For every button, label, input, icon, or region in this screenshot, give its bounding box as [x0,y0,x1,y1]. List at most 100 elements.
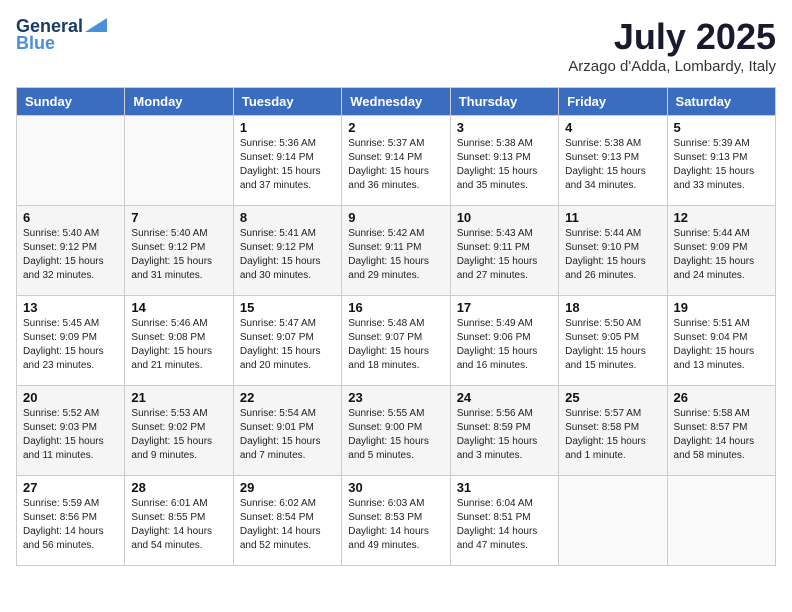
day-info: Sunrise: 6:04 AM Sunset: 8:51 PM Dayligh… [457,497,552,553]
day-number: 8 [240,210,335,225]
day-number: 27 [23,480,118,495]
calendar-cell: 19 Sunrise: 5:51 AM Sunset: 9:04 PM Dayli… [667,296,775,386]
day-info: Sunrise: 5:40 AM Sunset: 9:12 PM Dayligh… [131,227,226,283]
day-number: 26 [674,390,769,405]
day-number: 11 [565,210,660,225]
calendar-cell: 5 Sunrise: 5:39 AM Sunset: 9:13 PM Daylig… [667,116,775,206]
calendar-cell: 29 Sunrise: 6:02 AM Sunset: 8:54 PM Dayli… [233,476,341,566]
day-info: Sunrise: 6:03 AM Sunset: 8:53 PM Dayligh… [348,497,443,553]
day-info: Sunrise: 5:52 AM Sunset: 9:03 PM Dayligh… [23,407,118,463]
logo-text-blue: Blue [16,33,55,54]
calendar-cell: 20Sunrise: 5:52 AM Sunset: 9:03 PM Dayli… [17,386,125,476]
day-info: Sunrise: 5:56 AM Sunset: 8:59 PM Dayligh… [457,407,552,463]
logo-icon [85,18,107,32]
day-info: Sunrise: 5:49 AM Sunset: 9:06 PM Dayligh… [457,317,552,373]
logo: General Blue [16,16,107,54]
day-number: 2 [348,120,443,135]
day-info: Sunrise: 5:43 AM Sunset: 9:11 PM Dayligh… [457,227,552,283]
day-number: 28 [131,480,226,495]
day-info: Sunrise: 5:42 AM Sunset: 9:11 PM Dayligh… [348,227,443,283]
calendar-cell: 22 Sunrise: 5:54 AM Sunset: 9:01 PM Dayli… [233,386,341,476]
calendar-cell: 7Sunrise: 5:40 AM Sunset: 9:12 PM Daylig… [125,206,233,296]
day-info: Sunrise: 5:44 AM Sunset: 9:10 PM Dayligh… [565,227,660,283]
day-number: 1 [240,120,335,135]
day-info: Sunrise: 5:50 AM Sunset: 9:05 PM Dayligh… [565,317,660,373]
day-info: Sunrise: 5:37 AM Sunset: 9:14 PM Dayligh… [348,137,443,193]
calendar-week-4: 20Sunrise: 5:52 AM Sunset: 9:03 PM Dayli… [17,386,776,476]
day-number: 19 [674,300,769,315]
day-info: Sunrise: 6:02 AM Sunset: 8:54 PM Dayligh… [240,497,335,553]
calendar-week-2: 6Sunrise: 5:40 AM Sunset: 9:12 PM Daylig… [17,206,776,296]
day-info: Sunrise: 5:47 AM Sunset: 9:07 PM Dayligh… [240,317,335,373]
calendar-cell: 25 Sunrise: 5:57 AM Sunset: 8:58 PM Dayli… [559,386,667,476]
weekday-header-saturday: Saturday [667,88,775,116]
weekday-header-wednesday: Wednesday [342,88,450,116]
calendar-cell: 28 Sunrise: 6:01 AM Sunset: 8:55 PM Dayli… [125,476,233,566]
day-number: 31 [457,480,552,495]
calendar-cell: 27 Sunrise: 5:59 AM Sunset: 8:56 PM Dayli… [17,476,125,566]
calendar-cell: 30 Sunrise: 6:03 AM Sunset: 8:53 PM Dayli… [342,476,450,566]
calendar-cell: 31 Sunrise: 6:04 AM Sunset: 8:51 PM Dayli… [450,476,558,566]
day-info: Sunrise: 5:54 AM Sunset: 9:01 PM Dayligh… [240,407,335,463]
day-number: 4 [565,120,660,135]
calendar-cell: 26Sunrise: 5:58 AM Sunset: 8:57 PM Dayli… [667,386,775,476]
day-number: 21 [131,390,226,405]
calendar-header-row: SundayMondayTuesdayWednesdayThursdayFrid… [17,88,776,116]
calendar-cell [17,116,125,206]
calendar-cell: 11 Sunrise: 5:44 AM Sunset: 9:10 PM Dayli… [559,206,667,296]
day-number: 29 [240,480,335,495]
day-number: 24 [457,390,552,405]
calendar-cell: 23Sunrise: 5:55 AM Sunset: 9:00 PM Dayli… [342,386,450,476]
calendar-cell: 15Sunrise: 5:47 AM Sunset: 9:07 PM Dayli… [233,296,341,386]
calendar-cell: 10 Sunrise: 5:43 AM Sunset: 9:11 PM Dayli… [450,206,558,296]
day-info: Sunrise: 5:53 AM Sunset: 9:02 PM Dayligh… [131,407,226,463]
day-number: 25 [565,390,660,405]
day-number: 18 [565,300,660,315]
calendar-cell: 12Sunrise: 5:44 AM Sunset: 9:09 PM Dayli… [667,206,775,296]
calendar-cell: 14Sunrise: 5:46 AM Sunset: 9:08 PM Dayli… [125,296,233,386]
day-info: Sunrise: 5:39 AM Sunset: 9:13 PM Dayligh… [674,137,769,193]
day-info: Sunrise: 5:55 AM Sunset: 9:00 PM Dayligh… [348,407,443,463]
day-number: 30 [348,480,443,495]
day-info: Sunrise: 5:40 AM Sunset: 9:12 PM Dayligh… [23,227,118,283]
calendar-cell: 2 Sunrise: 5:37 AM Sunset: 9:14 PM Daylig… [342,116,450,206]
day-number: 5 [674,120,769,135]
day-info: Sunrise: 6:01 AM Sunset: 8:55 PM Dayligh… [131,497,226,553]
weekday-header-tuesday: Tuesday [233,88,341,116]
day-info: Sunrise: 5:48 AM Sunset: 9:07 PM Dayligh… [348,317,443,373]
page-header: General Blue July 2025 Arzago d'Adda, Lo… [16,16,776,75]
calendar-cell: 16Sunrise: 5:48 AM Sunset: 9:07 PM Dayli… [342,296,450,386]
calendar-week-1: 1Sunrise: 5:36 AM Sunset: 9:14 PM Daylig… [17,116,776,206]
weekday-header-thursday: Thursday [450,88,558,116]
day-info: Sunrise: 5:44 AM Sunset: 9:09 PM Dayligh… [674,227,769,283]
calendar-cell [559,476,667,566]
day-number: 9 [348,210,443,225]
day-info: Sunrise: 5:41 AM Sunset: 9:12 PM Dayligh… [240,227,335,283]
weekday-header-sunday: Sunday [17,88,125,116]
day-number: 3 [457,120,552,135]
calendar-cell: 13Sunrise: 5:45 AM Sunset: 9:09 PM Dayli… [17,296,125,386]
day-info: Sunrise: 5:46 AM Sunset: 9:08 PM Dayligh… [131,317,226,373]
title-block: July 2025 Arzago d'Adda, Lombardy, Italy [568,16,776,75]
calendar-cell: 24 Sunrise: 5:56 AM Sunset: 8:59 PM Dayli… [450,386,558,476]
calendar-body: 1Sunrise: 5:36 AM Sunset: 9:14 PM Daylig… [17,116,776,566]
calendar-cell: 1Sunrise: 5:36 AM Sunset: 9:14 PM Daylig… [233,116,341,206]
calendar-cell [125,116,233,206]
day-number: 13 [23,300,118,315]
weekday-header-friday: Friday [559,88,667,116]
day-info: Sunrise: 5:51 AM Sunset: 9:04 PM Dayligh… [674,317,769,373]
calendar-cell [667,476,775,566]
day-number: 22 [240,390,335,405]
calendar-week-5: 27 Sunrise: 5:59 AM Sunset: 8:56 PM Dayli… [17,476,776,566]
calendar-table: SundayMondayTuesdayWednesdayThursdayFrid… [16,87,776,566]
day-number: 10 [457,210,552,225]
calendar-week-3: 13Sunrise: 5:45 AM Sunset: 9:09 PM Dayli… [17,296,776,386]
calendar-cell: 17Sunrise: 5:49 AM Sunset: 9:06 PM Dayli… [450,296,558,386]
calendar-cell: 4 Sunrise: 5:38 AM Sunset: 9:13 PM Daylig… [559,116,667,206]
month-title: July 2025 [568,16,776,58]
day-info: Sunrise: 5:59 AM Sunset: 8:56 PM Dayligh… [23,497,118,553]
day-info: Sunrise: 5:38 AM Sunset: 9:13 PM Dayligh… [565,137,660,193]
location: Arzago d'Adda, Lombardy, Italy [568,58,776,75]
day-info: Sunrise: 5:57 AM Sunset: 8:58 PM Dayligh… [565,407,660,463]
calendar-cell: 3Sunrise: 5:38 AM Sunset: 9:13 PM Daylig… [450,116,558,206]
